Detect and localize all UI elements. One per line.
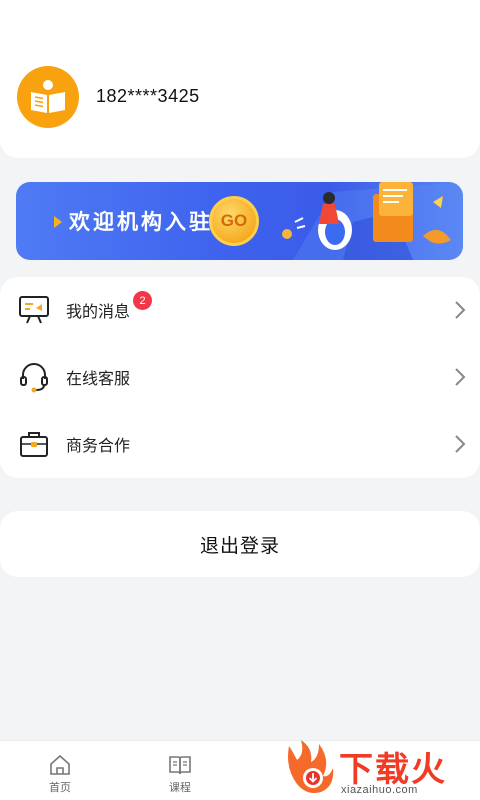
profile-card: 182****3425: [0, 0, 480, 158]
logout-label: 退出登录: [199, 534, 280, 557]
chevron-right-icon: [455, 301, 466, 319]
tab-courses[interactable]: 课程: [140, 741, 220, 800]
join-institution-banner[interactable]: 欢迎机构入驻 GO: [16, 182, 463, 260]
unread-badge: 2: [133, 291, 152, 310]
menu-item-messages[interactable]: 我的消息 2: [0, 277, 480, 343]
menu-label-customer-service: 在线客服: [66, 369, 131, 388]
briefcase-icon: [20, 432, 48, 457]
home-icon: [50, 754, 70, 775]
menu-label-messages: 我的消息: [66, 302, 131, 321]
message-screen-icon: [19, 296, 49, 324]
banner-illustration: [282, 182, 463, 260]
book-icon: [169, 756, 191, 775]
menu-item-business-cooperation[interactable]: 商务合作: [0, 411, 480, 477]
play-arrow-icon: [54, 216, 62, 228]
menu-card: 我的消息 2 在线客服 商务合作: [0, 277, 480, 478]
logout-button[interactable]: 退出登录: [0, 511, 480, 577]
tab-home[interactable]: 首页: [20, 741, 100, 800]
menu-label-business-cooperation: 商务合作: [66, 436, 131, 455]
user-phone: 182****3425: [96, 86, 200, 106]
flame-logo-icon: [288, 740, 334, 793]
banner-title: 欢迎机构入驻: [69, 210, 213, 234]
menu-item-customer-service[interactable]: 在线客服: [0, 344, 480, 410]
headset-icon: [20, 363, 48, 393]
chevron-right-icon: [455, 368, 466, 386]
tab-label-home: 首页: [49, 781, 71, 794]
book-reader-icon: [31, 80, 65, 113]
watermark-subtext: xiazaihuo.com: [341, 784, 418, 796]
go-button[interactable]: GO: [209, 196, 259, 246]
watermark: 下载火 xiazaihuo.com: [283, 738, 480, 800]
chevron-right-icon: [455, 435, 466, 453]
tab-label-courses: 课程: [169, 781, 191, 794]
avatar[interactable]: [17, 66, 79, 128]
